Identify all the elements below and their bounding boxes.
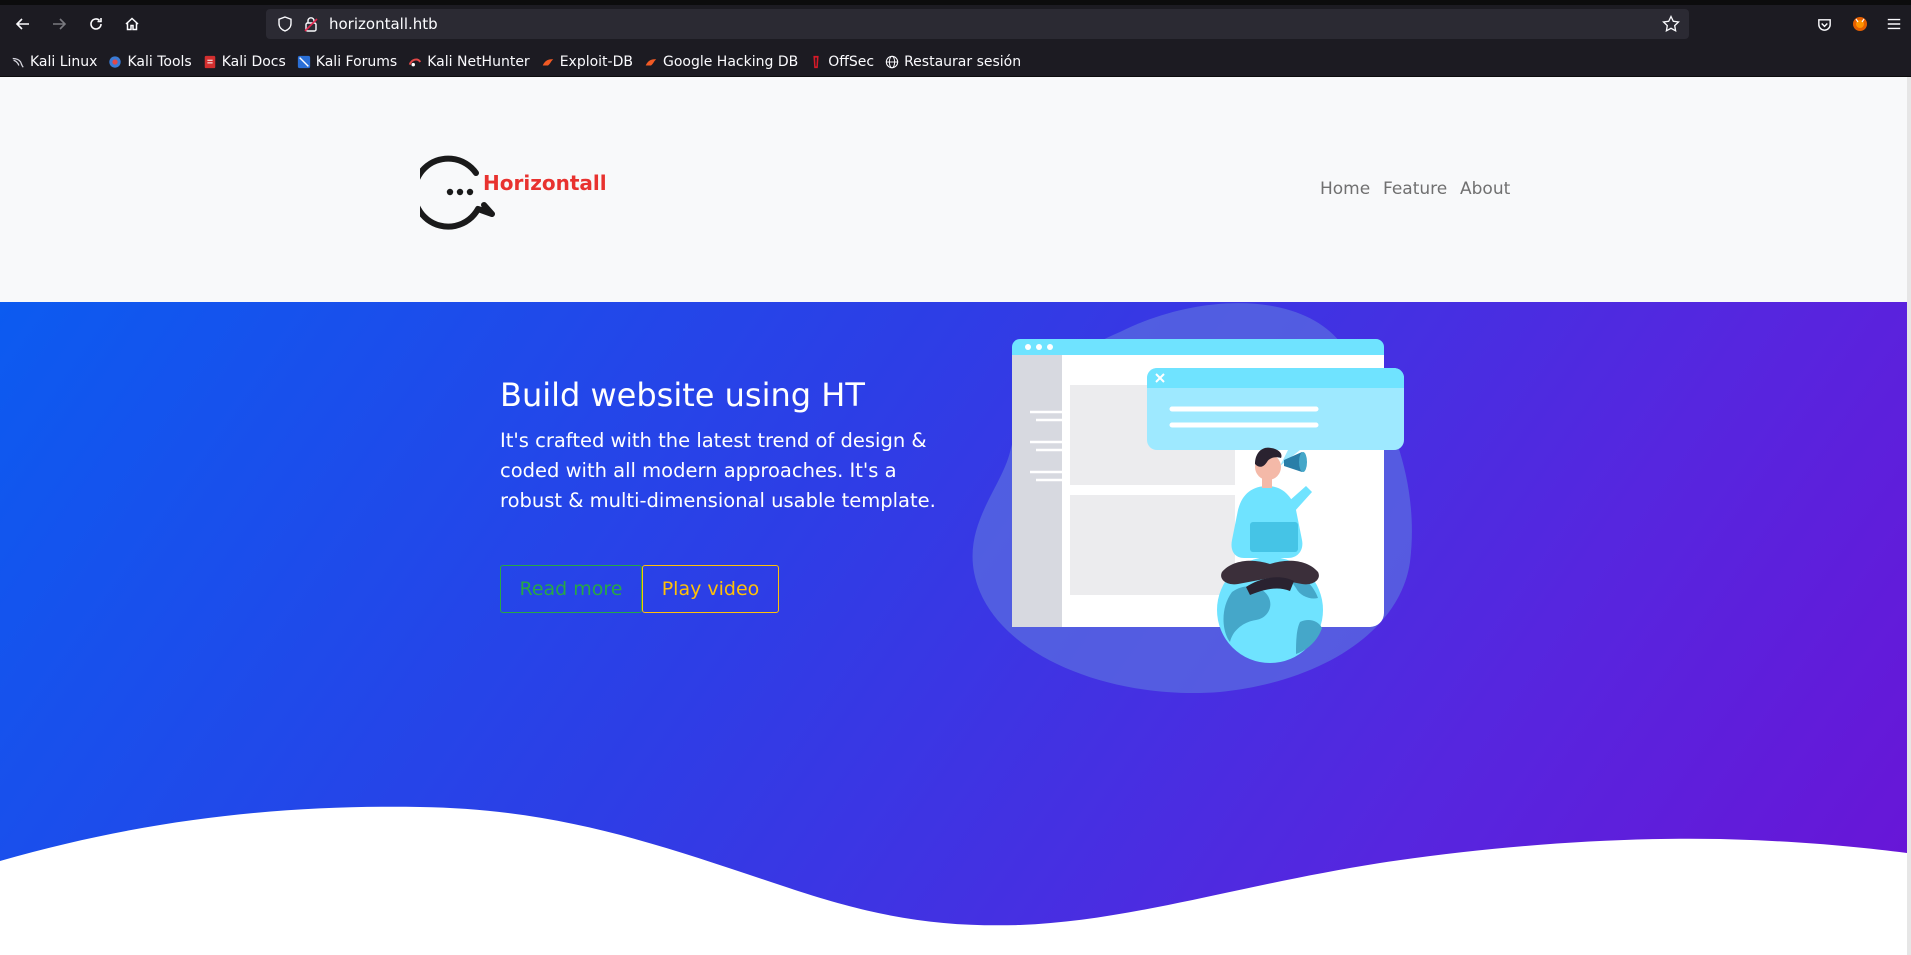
bookmark-exploit-db[interactable]: Exploit-DB	[540, 54, 633, 70]
globe-icon	[884, 54, 900, 70]
kali-forums-icon	[296, 54, 312, 70]
back-arrow-icon	[15, 18, 29, 30]
nav-home-link[interactable]: Home	[1320, 179, 1370, 199]
bookmarks-toolbar: Kali Linux Kali Tools Kali Docs Kali For…	[0, 48, 1911, 76]
browser-toolbar: horizontall.htb	[0, 0, 1911, 48]
hero-wave-divider	[0, 806, 1907, 955]
pocket-button[interactable]	[1812, 12, 1836, 36]
bookmark-kali-tools[interactable]: Kali Tools	[107, 54, 192, 70]
kali-dragon-icon	[10, 54, 26, 70]
bookmark-kali-docs[interactable]: Kali Docs	[202, 54, 286, 70]
read-more-button[interactable]: Read more	[500, 565, 642, 613]
page-scrollbar[interactable]	[1907, 77, 1911, 955]
brand-name[interactable]: Horizontall	[483, 171, 607, 195]
ghdb-icon	[643, 54, 659, 70]
address-bar[interactable]: horizontall.htb	[266, 9, 1689, 39]
nav-feature-link[interactable]: Feature	[1383, 179, 1447, 199]
hero-section: Build website using HT It's crafted with…	[0, 302, 1907, 955]
site-header: Horizontall Home Feature About	[0, 77, 1907, 302]
window-top-edge	[0, 0, 1911, 5]
bookmark-star-icon[interactable]	[1661, 14, 1681, 34]
bookmark-kali-nethunter[interactable]: Kali NetHunter	[407, 54, 530, 70]
bookmark-kali-forums[interactable]: Kali Forums	[296, 54, 397, 70]
pocket-icon	[1817, 18, 1831, 31]
back-button[interactable]	[11, 12, 35, 36]
hero-title: Build website using HT	[500, 376, 865, 414]
extension-button[interactable]	[1848, 12, 1872, 36]
bookmark-google-hacking-db[interactable]: Google Hacking DB	[643, 54, 798, 70]
hero-illustration	[972, 303, 1412, 694]
forward-button[interactable]	[47, 12, 71, 36]
kali-docs-icon	[202, 54, 218, 70]
forward-arrow-icon	[53, 18, 67, 30]
kali-tools-icon	[107, 54, 123, 70]
insecure-lock-icon[interactable]	[302, 15, 320, 33]
kali-nethunter-icon	[407, 54, 423, 70]
home-icon	[125, 17, 139, 31]
exploit-db-icon	[540, 54, 556, 70]
bookmark-restore-session[interactable]: Restaurar sesión	[884, 54, 1021, 70]
url-text[interactable]: horizontall.htb	[329, 15, 438, 33]
hamburger-menu-icon	[1887, 18, 1901, 30]
bookmark-offsec[interactable]: OffSec	[808, 54, 874, 70]
app-menu-button[interactable]	[1882, 12, 1906, 36]
tracking-shield-icon[interactable]	[276, 15, 294, 33]
web-page: Horizontall Home Feature About Build web…	[0, 77, 1907, 955]
offsec-icon	[808, 54, 824, 70]
bookmark-kali-linux[interactable]: Kali Linux	[10, 54, 97, 70]
reload-button[interactable]	[84, 12, 108, 36]
home-button[interactable]	[120, 12, 144, 36]
reload-icon	[90, 18, 102, 30]
hero-description: It's crafted with the latest trend of de…	[500, 429, 936, 512]
nav-about-link[interactable]: About	[1460, 179, 1510, 199]
firefox-account-icon	[1853, 17, 1867, 31]
play-video-button[interactable]: Play video	[642, 565, 779, 613]
